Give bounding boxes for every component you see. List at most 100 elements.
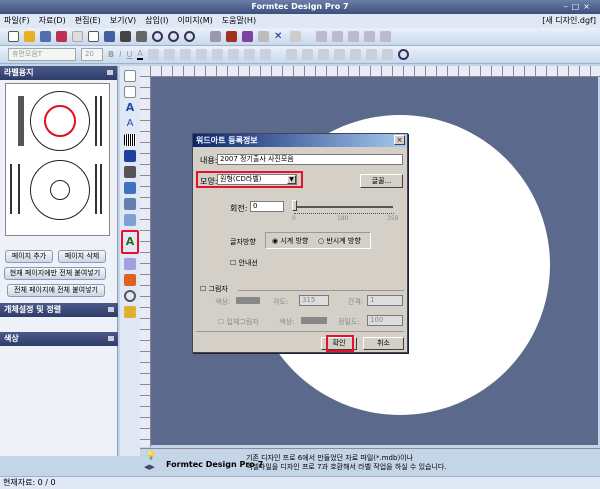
solid-color-picker[interactable] bbox=[301, 317, 327, 324]
close-button[interactable]: × bbox=[583, 2, 594, 11]
zoom-fit-icon[interactable] bbox=[168, 31, 179, 42]
paste-icon[interactable] bbox=[258, 31, 269, 42]
pointer-tool-icon[interactable] bbox=[124, 86, 136, 98]
export-icon[interactable] bbox=[88, 31, 99, 42]
rectangle-tool-icon[interactable] bbox=[124, 150, 136, 162]
arrange-icon[interactable] bbox=[285, 49, 297, 60]
maximize-button[interactable]: □ bbox=[572, 2, 584, 11]
print-setup-icon[interactable] bbox=[104, 31, 115, 42]
bring-front-icon[interactable] bbox=[301, 49, 313, 60]
align-left-icon[interactable] bbox=[147, 49, 159, 60]
font-button[interactable]: 글꼴... bbox=[360, 174, 403, 188]
menu-edit[interactable]: 편집(E) bbox=[75, 16, 101, 25]
font-select[interactable]: 휴먼모음T bbox=[8, 48, 76, 61]
undo-icon[interactable] bbox=[210, 31, 221, 42]
distribute-v-icon[interactable] bbox=[259, 49, 271, 60]
shape-select[interactable]: 원형(CD라벨) ▼ bbox=[217, 174, 297, 185]
flip-vertical-icon[interactable] bbox=[364, 31, 375, 42]
zoom-in-icon[interactable] bbox=[152, 31, 163, 42]
window-controls[interactable]: –□× bbox=[564, 0, 594, 14]
menu-file[interactable]: 파일(F) bbox=[4, 16, 30, 25]
bold-button[interactable]: B bbox=[108, 50, 114, 59]
blank-icon[interactable] bbox=[72, 31, 83, 42]
align-bottom-icon[interactable] bbox=[227, 49, 239, 60]
rotation-slider-thumb[interactable] bbox=[292, 200, 297, 211]
menu-image[interactable]: 이미지(M) bbox=[178, 16, 213, 25]
delete-page-button[interactable]: 페이지 삭제 bbox=[58, 250, 106, 263]
text-tool-icon[interactable]: A bbox=[124, 102, 136, 114]
align-top-icon[interactable] bbox=[195, 49, 207, 60]
menu-data[interactable]: 자료(D) bbox=[39, 16, 66, 25]
angle-input[interactable]: 315 bbox=[299, 295, 329, 306]
print-preview-icon[interactable] bbox=[136, 31, 147, 42]
textbox-tool-icon[interactable]: A bbox=[124, 118, 136, 130]
ungroup-icon[interactable] bbox=[332, 31, 343, 42]
backward-icon[interactable] bbox=[349, 49, 361, 60]
properties-icon[interactable] bbox=[290, 31, 301, 42]
image-tool-icon[interactable] bbox=[124, 274, 136, 286]
gradient-tool-icon[interactable] bbox=[124, 214, 136, 226]
solid-shadow-checkbox[interactable]: ☐ 입체그림자 bbox=[218, 317, 259, 327]
chevron-down-icon[interactable]: ▼ bbox=[287, 175, 296, 184]
italic-button[interactable]: I bbox=[119, 50, 121, 59]
align-right-icon[interactable] bbox=[179, 49, 191, 60]
prev-next-arrows[interactable]: ◀▶ bbox=[144, 463, 155, 471]
print-icon[interactable] bbox=[120, 31, 131, 42]
align-middle-icon[interactable] bbox=[211, 49, 223, 60]
minimize-button[interactable]: – bbox=[564, 2, 572, 11]
barcode-tool-icon[interactable] bbox=[124, 134, 136, 146]
counterclockwise-radio[interactable]: ○ 반시계 방향 bbox=[318, 236, 361, 246]
spacing-input[interactable]: 1 bbox=[367, 295, 403, 306]
menu-insert[interactable]: 삽입(I) bbox=[145, 16, 168, 25]
select-tool-icon[interactable] bbox=[124, 70, 136, 82]
rotation-input[interactable]: 0 bbox=[250, 201, 284, 212]
paste-all-pages-button[interactable]: 전체 페이지에 전체 붙여넣기 bbox=[7, 284, 105, 297]
tree-tool-icon[interactable] bbox=[124, 306, 136, 318]
zoom-out-icon[interactable] bbox=[184, 31, 195, 42]
cancel-button[interactable]: 취소 bbox=[363, 337, 404, 350]
table-tool-icon[interactable] bbox=[124, 198, 136, 210]
line-tool-icon[interactable] bbox=[124, 166, 136, 178]
menu-view[interactable]: 보기(V) bbox=[110, 16, 136, 25]
open-icon[interactable] bbox=[24, 31, 35, 42]
clockwise-radio[interactable]: ◉ 시계 방향 bbox=[272, 236, 308, 246]
copy-icon[interactable] bbox=[242, 31, 253, 42]
rotation-slider-track[interactable] bbox=[293, 206, 393, 208]
underline-button[interactable]: U bbox=[126, 50, 132, 59]
save-as-icon[interactable] bbox=[56, 31, 67, 42]
group-icon[interactable] bbox=[316, 31, 327, 42]
content-input[interactable]: 2007 정기출사 사진모음 bbox=[217, 154, 403, 165]
paste-current-page-button[interactable]: 현재 페이지에만 전체 붙여넣기 bbox=[4, 267, 106, 280]
symbol-tool-icon[interactable] bbox=[124, 258, 136, 270]
opacity-input[interactable]: 100 bbox=[367, 315, 403, 326]
label-paper-header[interactable]: 라벨용지 bbox=[0, 66, 117, 80]
wordart-tool-icon[interactable]: A bbox=[121, 230, 139, 254]
guide-checkbox[interactable]: ☐ 안내선 bbox=[230, 258, 258, 268]
forward-icon[interactable] bbox=[333, 49, 345, 60]
shadow-checkbox[interactable]: ☐ 그림자 bbox=[200, 284, 228, 294]
send-back-icon[interactable] bbox=[317, 49, 329, 60]
label-preview[interactable] bbox=[5, 83, 110, 236]
menu-help[interactable]: 도움말(H) bbox=[222, 16, 256, 25]
rotate-icon[interactable] bbox=[348, 31, 359, 42]
dialog-close-button[interactable]: × bbox=[394, 135, 405, 145]
add-page-button[interactable]: 페이지 추가 bbox=[5, 250, 53, 263]
font-size-select[interactable]: 20 bbox=[81, 48, 103, 61]
tick-359: 359 bbox=[387, 215, 399, 222]
cut-icon[interactable] bbox=[226, 31, 237, 42]
object-settings-header[interactable]: 개체설정 및 정렬 bbox=[0, 303, 118, 317]
new-icon[interactable] bbox=[8, 31, 19, 42]
unlock-icon[interactable] bbox=[381, 49, 393, 60]
distribute-h-icon[interactable] bbox=[243, 49, 255, 60]
flip-horizontal-icon[interactable] bbox=[380, 31, 391, 42]
delete-icon[interactable]: ✕ bbox=[274, 31, 285, 42]
shadow-color-picker[interactable] bbox=[236, 297, 260, 304]
font-color-button[interactable]: A bbox=[137, 49, 143, 60]
clipart-tool-icon[interactable] bbox=[124, 290, 136, 302]
save-icon[interactable] bbox=[40, 31, 51, 42]
shape-tool-icon[interactable] bbox=[124, 182, 136, 194]
find-icon[interactable] bbox=[397, 49, 409, 60]
color-header[interactable]: 색상 bbox=[0, 332, 118, 346]
align-center-icon[interactable] bbox=[163, 49, 175, 60]
lock-icon[interactable] bbox=[365, 49, 377, 60]
